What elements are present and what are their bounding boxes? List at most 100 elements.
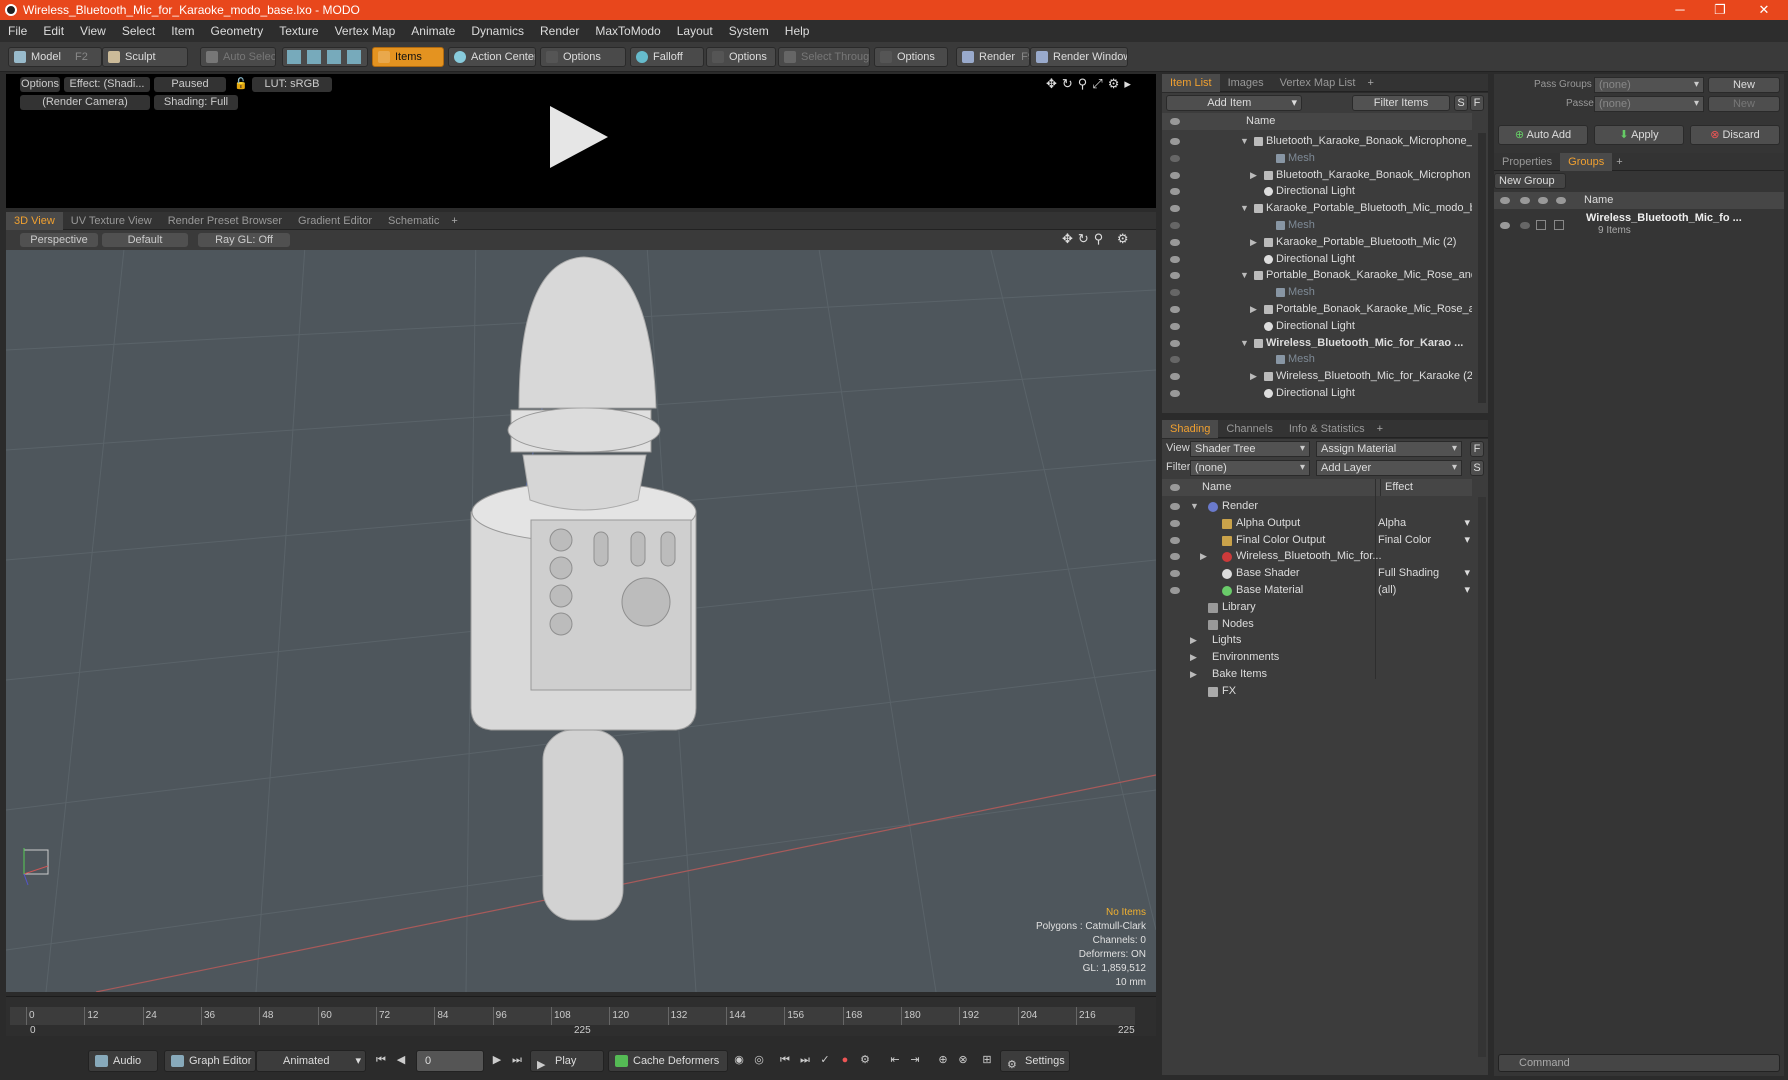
menu-layout[interactable]: Layout (669, 24, 721, 38)
select-through-options-button[interactable]: Options (874, 47, 948, 67)
preview-options-button[interactable]: Options (20, 77, 60, 92)
falloff-options-button[interactable]: Options (706, 47, 776, 67)
visibility-eye-icon[interactable] (1170, 390, 1180, 397)
menu-geometry[interactable]: Geometry (203, 24, 272, 38)
visibility-eye-icon[interactable] (1170, 356, 1180, 364)
shader-tree-row[interactable]: Library (1162, 599, 1472, 616)
apply-button[interactable]: ⬇ Apply (1594, 125, 1684, 145)
visibility-eye-icon[interactable] (1170, 306, 1180, 313)
polygons-mode-icon[interactable] (327, 50, 341, 64)
visibility-eye-icon[interactable] (1170, 272, 1180, 280)
select-through-button[interactable]: Select Through (778, 47, 870, 67)
preview-effect-dropdown[interactable]: Effect: (Shadi... (64, 77, 150, 92)
add-tab-icon[interactable]: + (1612, 156, 1626, 168)
audio-button[interactable]: Audio (88, 1050, 158, 1072)
render-window-button[interactable]: Render Window (1030, 47, 1128, 67)
set-key-icon[interactable]: ✓ (818, 1053, 832, 1067)
key-prev-icon[interactable]: ⇤ (888, 1053, 902, 1067)
expand-arrow-icon[interactable]: ▶ (1190, 649, 1197, 666)
visibility-eye-icon[interactable] (1170, 255, 1180, 263)
expand-arrow-icon[interactable]: ▼ (1240, 133, 1249, 150)
item-list-row[interactable]: Mesh (1162, 351, 1472, 368)
lut-dropdown[interactable]: LUT: sRGB (252, 77, 332, 92)
lock-icon[interactable]: 🔓 (234, 77, 248, 92)
shader-tree-row[interactable]: Final Color Output Final Color ▾ (1162, 532, 1472, 549)
add-tab-icon[interactable]: + (1363, 77, 1377, 89)
visibility-eye-icon[interactable] (1170, 188, 1180, 196)
tab-render-preset-browser[interactable]: Render Preset Browser (160, 212, 290, 230)
expand-arrow-icon[interactable]: ▶ (1250, 234, 1257, 251)
shader-tree-row[interactable]: Base Shader Full Shading ▾ (1162, 565, 1472, 582)
filter-items-field[interactable]: Filter Items (1352, 95, 1450, 111)
tab-3d-view[interactable]: 3D View (6, 211, 63, 230)
expand-arrow-icon[interactable]: ▶ (1190, 632, 1197, 649)
current-frame-field[interactable]: 0 (416, 1050, 484, 1072)
next-key-icon[interactable]: ⏭ (798, 1053, 812, 1067)
tab-schematic[interactable]: Schematic (380, 212, 447, 230)
visibility-eye-icon[interactable] (1170, 171, 1180, 179)
record-icon[interactable]: ● (838, 1053, 852, 1067)
item-list-row[interactable]: Mesh (1162, 284, 1472, 301)
item-list-f-button[interactable]: F (1470, 95, 1484, 111)
key-next-icon[interactable]: ⇥ (908, 1053, 922, 1067)
visibility-eye-icon[interactable] (1170, 222, 1180, 229)
raygl-dropdown[interactable]: Ray GL: Off (198, 233, 290, 247)
item-list-row[interactable]: Directional Light (1162, 318, 1472, 335)
tab-properties[interactable]: Properties (1494, 153, 1560, 171)
add-tab-icon[interactable]: + (447, 215, 461, 227)
menu-system[interactable]: System (721, 24, 777, 38)
item-list-row[interactable]: ▼ Karaoke_Portable_Bluetooth_Mic_modo_b..… (1162, 200, 1472, 217)
item-list-scrollbar[interactable] (1478, 133, 1486, 403)
item-list-row[interactable]: ▼ Bluetooth_Karaoke_Bonaok_Microphone_... (1162, 133, 1472, 150)
tab-gradient-editor[interactable]: Gradient Editor (290, 212, 380, 230)
expand-arrow-icon[interactable]: ▼ (1240, 267, 1249, 284)
auto-add-button[interactable]: ⊕ Auto Add (1498, 125, 1588, 145)
effect-dropdown[interactable]: Final Color ▾ (1378, 532, 1470, 549)
channel-key-icon[interactable]: ⊞ (980, 1053, 994, 1067)
maximize-button[interactable]: ❐ (1700, 0, 1740, 20)
expand-arrow-icon[interactable]: ▶ (1250, 368, 1257, 385)
new-pass-group-button[interactable]: New (1708, 77, 1780, 93)
menu-select[interactable]: Select (114, 24, 163, 38)
visibility-eye-icon[interactable] (1170, 587, 1180, 594)
visibility-eye-icon[interactable] (1170, 238, 1180, 246)
pass-groups-dropdown[interactable]: (none) (1594, 77, 1704, 93)
visibility-eye-icon[interactable] (1170, 373, 1180, 381)
shader-tree-dropdown[interactable]: Shader Tree (1190, 441, 1310, 457)
step-forward-icon[interactable]: ▶ (490, 1053, 504, 1067)
group-lock-checkbox[interactable] (1536, 220, 1546, 230)
shading-f-button[interactable]: F (1470, 441, 1484, 457)
visibility-eye-icon[interactable] (1170, 536, 1180, 544)
command-input[interactable]: Command (1498, 1054, 1780, 1072)
add-layer-dropdown[interactable]: Add Layer (1316, 460, 1462, 476)
play-icon[interactable] (550, 106, 608, 168)
visibility-eye-icon[interactable] (1170, 205, 1180, 213)
group-render-icon[interactable] (1520, 222, 1530, 229)
effect-dropdown[interactable]: (all) ▾ (1378, 582, 1470, 599)
item-list-row[interactable]: Mesh (1162, 217, 1472, 234)
discard-button[interactable]: ⊗ Discard (1690, 125, 1780, 145)
menu-edit[interactable]: Edit (35, 24, 72, 38)
menu-item[interactable]: Item (163, 24, 202, 38)
filter-dropdown[interactable]: (none) (1190, 460, 1310, 476)
menu-render[interactable]: Render (532, 24, 587, 38)
settings-button[interactable]: ⚙ Settings (1000, 1050, 1070, 1072)
shading-s-button[interactable]: S (1470, 460, 1484, 476)
item-list-row[interactable]: Directional Light (1162, 251, 1472, 268)
shader-tree-row[interactable]: FX (1162, 683, 1472, 700)
materials-mode-icon[interactable] (347, 50, 361, 64)
menu-vertex-map[interactable]: Vertex Map (327, 24, 404, 38)
render-button[interactable]: RenderF9 (956, 47, 1030, 67)
edges-mode-icon[interactable] (307, 50, 321, 64)
3d-viewport[interactable]: Perspective Default Ray GL: Off ✥↻⚲ ⚙ No… (6, 230, 1156, 992)
item-list-row[interactable]: ▼ Portable_Bonaok_Karaoke_Mic_Rose_and... (1162, 267, 1472, 284)
visibility-eye-icon[interactable] (1170, 322, 1180, 330)
vertices-mode-icon[interactable] (287, 50, 301, 64)
expand-arrow-icon[interactable]: ▶ (1200, 548, 1207, 565)
visibility-eye-icon[interactable] (1170, 339, 1180, 347)
falloff-button[interactable]: Falloff (630, 47, 704, 67)
effect-dropdown[interactable]: Full Shading ▾ (1378, 565, 1470, 582)
shading-dropdown[interactable]: Shading: Full (154, 95, 238, 110)
cache-deformers-button[interactable]: Cache Deformers (608, 1050, 728, 1072)
menu-texture[interactable]: Texture (271, 24, 326, 38)
